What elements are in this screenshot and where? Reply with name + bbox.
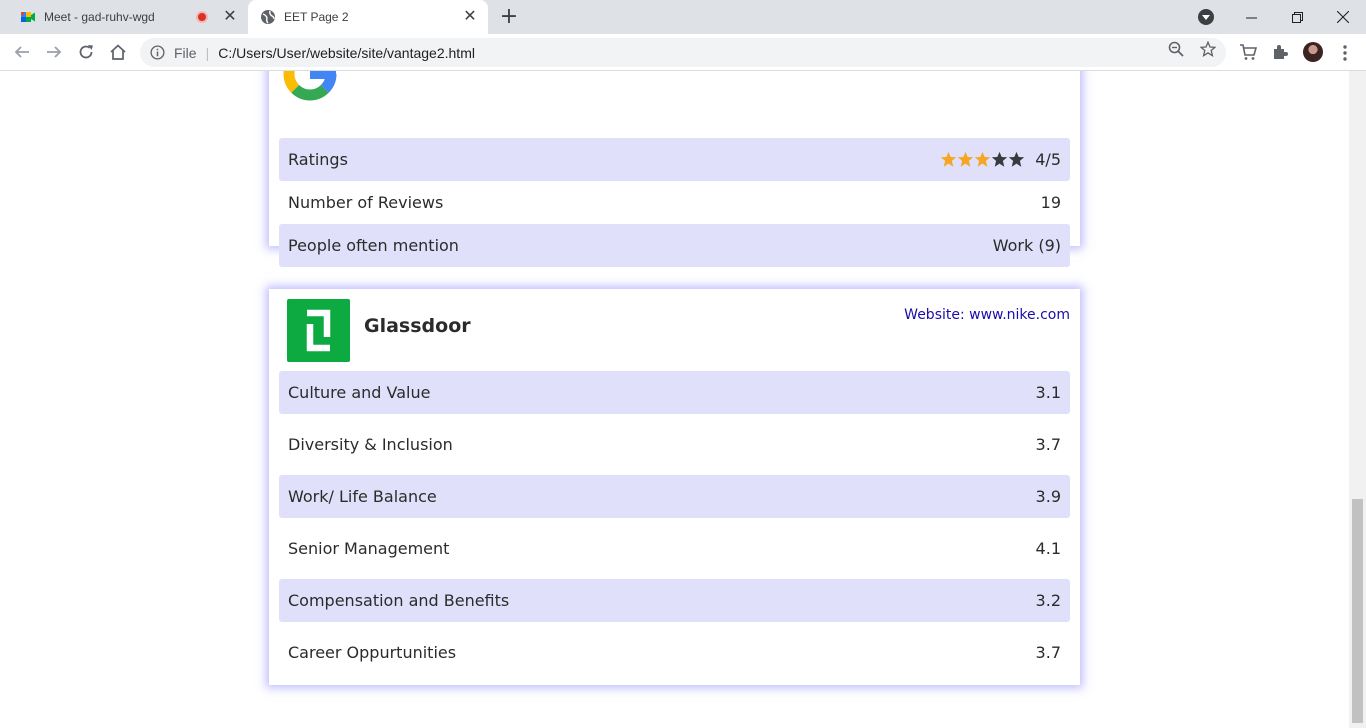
- recording-icon: [196, 11, 208, 23]
- row-value: 3.2: [1035, 591, 1061, 610]
- star-empty-icon: [1009, 151, 1025, 167]
- diversity-inclusion-row: Diversity & Inclusion 3.7: [279, 423, 1070, 466]
- close-icon: [1337, 11, 1349, 23]
- profile-avatar[interactable]: [1303, 42, 1323, 62]
- row-value: 3.1: [1035, 383, 1061, 402]
- star-filled-icon: [958, 151, 974, 167]
- globe-icon: [261, 10, 275, 24]
- bookmark-star-icon[interactable]: [1200, 41, 1216, 57]
- address-scheme: File: [174, 44, 197, 61]
- address-url[interactable]: C:/Users/User/website/site/vantage2.html: [218, 45, 1226, 61]
- tab-strip: Meet - gad-ruhv-wgd ✕ EET Page 2 ✕ +: [0, 0, 1366, 34]
- reload-icon: [79, 45, 93, 59]
- close-tab-icon[interactable]: ✕: [462, 9, 478, 25]
- forward-arrow-icon: [47, 46, 62, 58]
- star-empty-icon: [992, 151, 1008, 167]
- reviews-count-row: Number of Reviews 19: [279, 181, 1070, 224]
- career-opportunities-row: Career Oppurtunities 3.7: [279, 631, 1070, 674]
- people-mention-row: People often mention Work (9): [279, 224, 1070, 267]
- row-label: People often mention: [288, 236, 459, 255]
- home-button[interactable]: [106, 40, 130, 64]
- tab-eet-page-2[interactable]: EET Page 2 ✕: [248, 0, 488, 34]
- page-viewport: Ratings 4/5 Number of Reviews 19 People …: [0, 71, 1349, 728]
- more-menu-icon[interactable]: [1337, 43, 1353, 63]
- star-filled-icon: [941, 151, 957, 167]
- row-value: 3.7: [1035, 435, 1061, 454]
- tab-title: EET Page 2: [284, 10, 349, 24]
- row-value: 19: [1040, 193, 1061, 212]
- new-tab-button[interactable]: +: [498, 6, 520, 29]
- row-label: Compensation and Benefits: [288, 591, 510, 610]
- close-window-button[interactable]: [1320, 0, 1366, 34]
- row-value: 4.1: [1035, 539, 1061, 558]
- address-divider: |: [205, 44, 210, 61]
- rating-value: 4/5: [1035, 150, 1061, 169]
- senior-management-row: Senior Management 4.1: [279, 527, 1070, 570]
- row-label: Diversity & Inclusion: [288, 435, 453, 454]
- row-label: Ratings: [288, 150, 348, 169]
- reload-button[interactable]: [74, 40, 98, 64]
- row-value: Work (9): [992, 236, 1061, 255]
- compensation-benefits-row: Compensation and Benefits 3.2: [279, 579, 1070, 622]
- google-reviews-card: Ratings 4/5 Number of Reviews 19 People …: [269, 71, 1080, 267]
- info-icon[interactable]: [150, 45, 165, 60]
- row-label: Work/ Life Balance: [288, 487, 437, 506]
- star-rating: [940, 151, 1025, 168]
- page-scrollbar[interactable]: [1349, 71, 1366, 728]
- website-link[interactable]: Website: www.nike.com: [904, 307, 1070, 323]
- tab-search-icon[interactable]: [1198, 9, 1214, 25]
- star-filled-icon: [975, 151, 991, 167]
- tab-title: Meet - gad-ruhv-wgd: [44, 10, 155, 24]
- culture-value-row: Culture and Value 3.1: [279, 371, 1070, 414]
- row-label: Career Oppurtunities: [288, 643, 457, 662]
- browser-toolbar: File | C:/Users/User/website/site/vantag…: [0, 34, 1366, 71]
- row-value: 3.7: [1035, 643, 1061, 662]
- company-name: Glassdoor: [364, 315, 471, 337]
- forward-button[interactable]: [42, 40, 66, 64]
- address-bar[interactable]: File | C:/Users/User/website/site/vantag…: [140, 38, 1226, 67]
- rating-value-group: 4/5: [940, 150, 1061, 169]
- work-life-balance-row: Work/ Life Balance 3.9: [279, 475, 1070, 518]
- shopping-cart-icon[interactable]: [1239, 43, 1257, 61]
- restore-button[interactable]: [1274, 0, 1320, 34]
- restore-icon: [1291, 11, 1303, 23]
- row-label: Number of Reviews: [288, 193, 444, 212]
- glassdoor-card: Glassdoor Website: www.nike.com Culture …: [269, 289, 1080, 685]
- extensions-puzzle-icon[interactable]: [1271, 43, 1289, 61]
- tab-meet[interactable]: Meet - gad-ruhv-wgd ✕: [8, 0, 248, 34]
- google-logo-icon: [283, 71, 337, 101]
- minimize-button[interactable]: [1228, 0, 1274, 34]
- scrollbar-thumb[interactable]: [1352, 499, 1363, 723]
- back-arrow-icon: [14, 46, 29, 58]
- zoom-icon[interactable]: [1168, 41, 1184, 57]
- close-tab-icon[interactable]: ✕: [222, 9, 238, 25]
- minimize-icon: [1245, 17, 1257, 18]
- back-button[interactable]: [10, 40, 34, 64]
- google-meet-icon: [21, 12, 35, 22]
- ratings-row: Ratings 4/5: [279, 138, 1070, 181]
- row-value: 3.9: [1035, 487, 1061, 506]
- row-label: Culture and Value: [288, 383, 431, 402]
- row-label: Senior Management: [288, 539, 450, 558]
- glassdoor-logo-icon: [287, 299, 350, 362]
- home-icon: [110, 44, 126, 60]
